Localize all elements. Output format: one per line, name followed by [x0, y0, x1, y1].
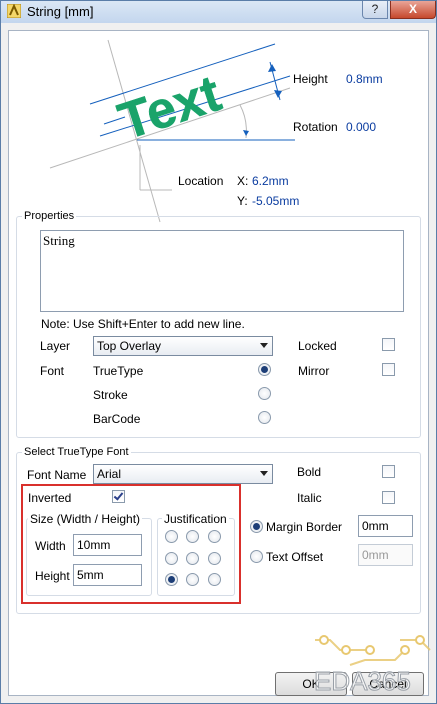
rotation-label: Rotation: [293, 120, 338, 134]
bold-label: Bold: [297, 465, 322, 479]
italic-checkbox[interactable]: [382, 491, 395, 504]
y-value: -5.05mm: [252, 194, 300, 208]
truetype-title: Select TrueType Font: [22, 446, 131, 458]
svg-text:EDA365: EDA365: [314, 666, 411, 696]
font-option-truetype: TrueType: [93, 364, 144, 378]
x-value: 6.2mm: [252, 174, 289, 188]
bold-checkbox[interactable]: [382, 465, 395, 478]
eda365-watermark: EDA365: [314, 635, 431, 697]
text-input[interactable]: String: [40, 230, 404, 312]
highlight-box: [21, 484, 241, 604]
locked-checkbox[interactable]: [382, 338, 395, 351]
font-option-barcode: BarCode: [93, 412, 141, 426]
rotation-value: 0.000: [346, 120, 377, 134]
text-diagram: Text: [49, 39, 295, 223]
y-label: Y:: [237, 194, 248, 208]
font-label: Font: [40, 364, 65, 378]
margin-border-radio[interactable]: [250, 520, 263, 533]
properties-title: Properties: [22, 210, 77, 222]
italic-label: Italic: [297, 491, 322, 505]
height-label: Height: [293, 72, 328, 86]
text-offset-label: Text Offset: [266, 550, 324, 564]
mirror-label: Mirror: [298, 364, 330, 378]
font-option-stroke: Stroke: [93, 388, 128, 402]
sample-text: Text: [112, 64, 228, 151]
shift-enter-note: Note: Use Shift+Enter to add new line.: [41, 317, 245, 331]
text-offset-radio[interactable]: [250, 550, 263, 563]
mirror-checkbox[interactable]: [382, 363, 395, 376]
chevron-down-icon: [260, 343, 268, 348]
locked-label: Locked: [298, 339, 337, 353]
margin-border-label: Margin Border: [266, 520, 343, 534]
height-value: 0.8mm: [346, 72, 383, 86]
chevron-down-icon: [260, 471, 268, 476]
margin-border-input[interactable]: 0mm: [358, 515, 413, 537]
truetype-radio[interactable]: [258, 363, 271, 376]
x-label: X:: [237, 174, 249, 188]
barcode-radio[interactable]: [258, 411, 271, 424]
font-name-select[interactable]: Arial: [93, 464, 273, 484]
stroke-radio[interactable]: [258, 387, 271, 400]
location-label: Location: [178, 174, 224, 188]
layer-label: Layer: [40, 339, 71, 353]
text-offset-input[interactable]: 0mm: [358, 544, 413, 566]
font-name-label: Font Name: [27, 468, 87, 482]
layer-select[interactable]: Top Overlay: [93, 336, 273, 356]
